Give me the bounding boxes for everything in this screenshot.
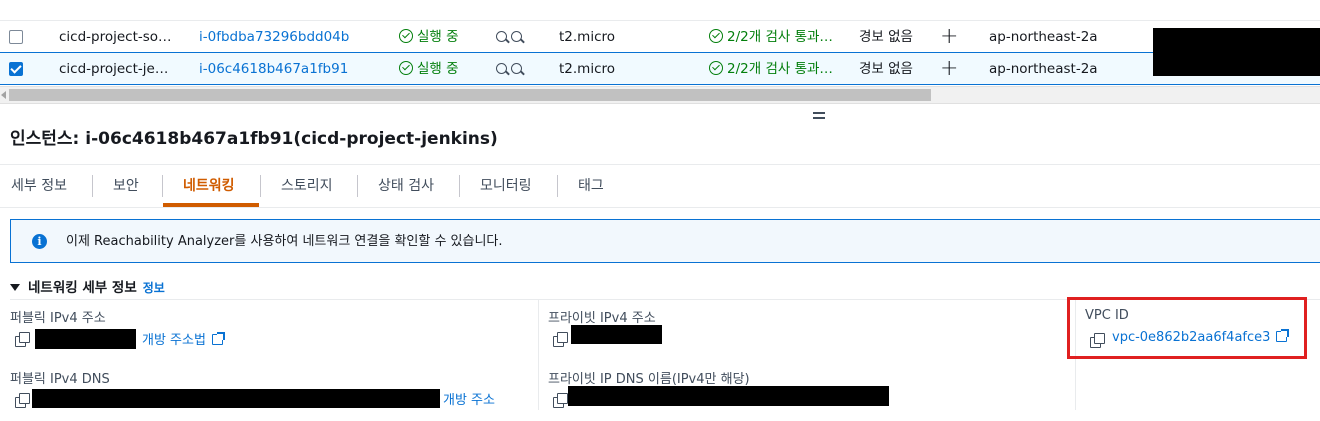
redacted-value bbox=[568, 386, 889, 406]
private-ipv4-label: 프라이빗 IPv4 주소 bbox=[548, 311, 656, 326]
public-dns-label: 퍼블릭 IPv4 DNS bbox=[10, 372, 110, 387]
zoom-icons[interactable] bbox=[496, 53, 526, 85]
copy-icon[interactable] bbox=[15, 393, 30, 408]
copy-icon[interactable] bbox=[553, 393, 568, 408]
instance-type: t2.micro bbox=[559, 29, 616, 45]
active-tab-indicator bbox=[163, 203, 259, 207]
tab-divider bbox=[557, 175, 558, 197]
instance-id-link[interactable]: i-0fbdba73296bdd04b bbox=[199, 21, 349, 53]
caret-down-icon[interactable] bbox=[10, 284, 20, 291]
zoom-in-icon[interactable] bbox=[496, 63, 507, 74]
zoom-in-icon[interactable] bbox=[496, 31, 507, 42]
tab-networking[interactable]: 네트워킹 bbox=[183, 165, 235, 207]
tab-divider bbox=[162, 175, 163, 197]
instance-id-link[interactable]: i-06c4618b467a1fb91 bbox=[199, 53, 348, 85]
highlight-box bbox=[1067, 297, 1307, 359]
external-link-icon bbox=[211, 332, 225, 345]
info-banner: i 이제 Reachability Analyzer를 사용하여 네트워크 연결… bbox=[10, 219, 1320, 263]
horizontal-scrollbar[interactable] bbox=[0, 86, 1320, 104]
table-row[interactable]: cicd-project-je… i-06c4618b467a1fb91 실행 … bbox=[0, 52, 1320, 85]
instance-state: 실행 중 bbox=[399, 21, 459, 53]
copy-icon[interactable] bbox=[15, 332, 30, 347]
check-circle-icon bbox=[709, 61, 723, 75]
row-checkbox[interactable] bbox=[9, 62, 23, 76]
column-divider bbox=[538, 300, 539, 410]
redacted-value bbox=[32, 389, 440, 408]
public-ipv4-label: 퍼블릭 IPv4 주소 bbox=[10, 311, 106, 326]
alarm-status: 경보 없음 bbox=[859, 61, 913, 77]
instance-name: cicd-project-so… bbox=[59, 29, 172, 45]
instance-state: 실행 중 bbox=[399, 53, 459, 85]
alarm-status: 경보 없음 bbox=[859, 29, 913, 45]
check-circle-icon bbox=[399, 61, 413, 75]
row-checkbox[interactable] bbox=[9, 30, 23, 44]
status-check[interactable]: 2/2개 검사 통과… bbox=[709, 53, 833, 85]
availability-zone: ap-northeast-2a bbox=[989, 61, 1098, 77]
tab-divider bbox=[459, 175, 460, 197]
section-title: 네트워킹 세부 정보 bbox=[28, 280, 137, 296]
zoom-out-icon[interactable] bbox=[511, 63, 522, 74]
tab-divider bbox=[357, 175, 358, 197]
instance-name: cicd-project-je… bbox=[59, 61, 169, 77]
instance-type: t2.micro bbox=[559, 61, 616, 77]
zoom-icons[interactable] bbox=[496, 21, 526, 53]
tab-storage[interactable]: 스토리지 bbox=[281, 165, 333, 207]
tab-tags[interactable]: 태그 bbox=[578, 165, 604, 207]
check-circle-icon bbox=[399, 29, 413, 43]
tab-details[interactable]: 세부 정보 bbox=[11, 165, 67, 207]
public-dns-open-link[interactable]: 개방 주소 bbox=[443, 389, 495, 408]
tab-status-checks[interactable]: 상태 검사 bbox=[378, 165, 434, 207]
public-ipv4-open-link[interactable]: 개방 주소법 bbox=[142, 329, 225, 348]
redacted-block bbox=[1153, 28, 1320, 76]
check-circle-icon bbox=[709, 29, 723, 43]
add-alarm-icon[interactable]: + bbox=[940, 53, 958, 85]
detail-tabs: 세부 정보 보안 네트워킹 스토리지 상태 검사 모니터링 태그 bbox=[0, 164, 1320, 208]
info-icon: i bbox=[32, 234, 47, 249]
scroll-thumb[interactable] bbox=[9, 89, 931, 101]
info-banner-text: 이제 Reachability Analyzer를 사용하여 네트워크 연결을 … bbox=[66, 234, 503, 249]
tab-monitoring[interactable]: 모니터링 bbox=[480, 165, 532, 207]
zoom-out-icon[interactable] bbox=[511, 31, 522, 42]
redacted-value bbox=[35, 329, 136, 349]
status-check[interactable]: 2/2개 검사 통과… bbox=[709, 21, 833, 53]
private-dns-label: 프라이빗 IP DNS 이름(IPv4만 해당) bbox=[548, 372, 750, 387]
add-alarm-icon[interactable]: + bbox=[940, 21, 958, 53]
redacted-value bbox=[571, 325, 662, 344]
info-link[interactable]: 정보 bbox=[143, 281, 165, 295]
availability-zone: ap-northeast-2a bbox=[989, 29, 1098, 45]
panel-resize-handle-icon[interactable] bbox=[813, 112, 825, 122]
page-title: 인스턴스: i-06c4618b467a1fb91(cicd-project-j… bbox=[10, 129, 498, 149]
section-header[interactable]: 네트워킹 세부 정보 정보 bbox=[10, 276, 165, 296]
table-row[interactable]: cicd-project-so… i-0fbdba73296bdd04b 실행 … bbox=[0, 20, 1320, 54]
scroll-left-icon[interactable] bbox=[1, 91, 6, 99]
tab-divider bbox=[92, 175, 93, 197]
tab-security[interactable]: 보안 bbox=[113, 165, 139, 207]
tab-divider bbox=[260, 175, 261, 197]
copy-icon[interactable] bbox=[553, 332, 568, 347]
